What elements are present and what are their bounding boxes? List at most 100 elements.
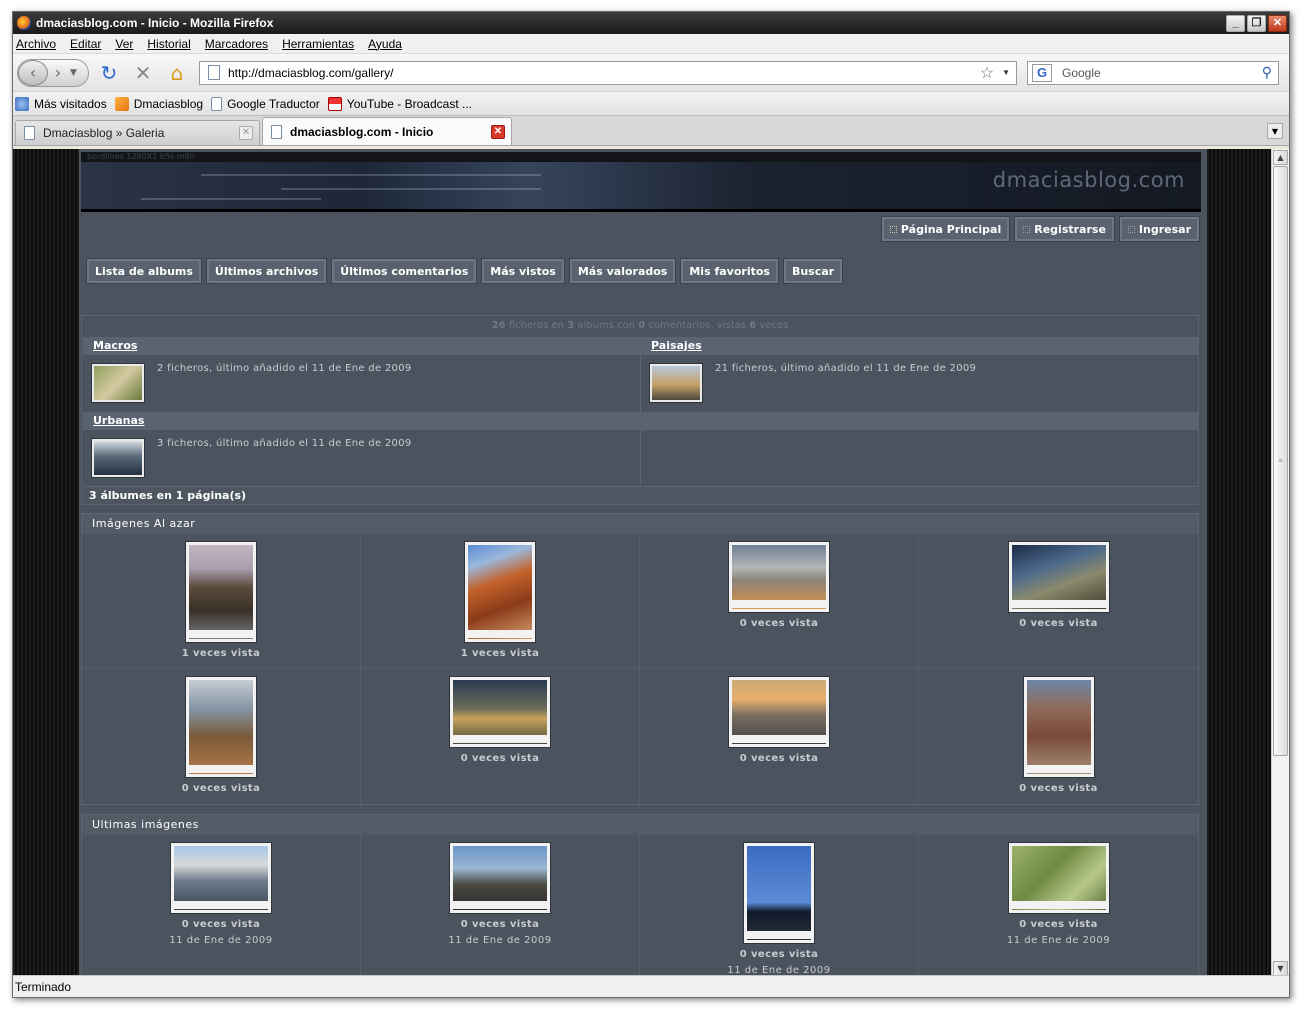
upload-date: 11 de Ene de 2009 xyxy=(448,935,552,946)
search-input[interactable]: Google xyxy=(1056,66,1262,80)
bookmark-youtube[interactable]: YouTube - Broadcast ... xyxy=(327,96,472,111)
latest-image-thumb[interactable] xyxy=(170,842,272,914)
scrollbar-grip: ≡ xyxy=(1278,457,1284,464)
albums-table: 26 ficheros en 3 albums con 0 comentario… xyxy=(81,315,1199,505)
search-icon[interactable]: ⚲ xyxy=(1262,64,1272,81)
album-thumb-macros[interactable] xyxy=(91,363,145,403)
tab-galeria[interactable]: Dmaciasblog » Galeria ✕ xyxy=(15,120,260,145)
url-dropdown-icon[interactable]: ▼ xyxy=(1002,68,1010,77)
button-label: Página Principal xyxy=(900,222,1002,236)
photo-signature xyxy=(468,630,532,638)
back-icon[interactable]: ‹ xyxy=(18,59,48,86)
most-viewed-button[interactable]: Más vistos xyxy=(481,258,565,284)
menu-editar[interactable]: Editar xyxy=(70,37,101,51)
site-name[interactable]: dmaciasblog.com xyxy=(993,168,1185,192)
search-button[interactable]: Buscar xyxy=(782,258,844,284)
stats-views: 6 xyxy=(749,320,757,331)
menu-historial[interactable]: Historial xyxy=(147,37,190,51)
history-dropdown-icon[interactable]: ▼ xyxy=(70,68,77,78)
search-bar[interactable]: G Google ⚲ xyxy=(1027,60,1279,85)
restore-button[interactable]: ❐ xyxy=(1247,14,1266,32)
view-count: 0 veces vista xyxy=(460,919,540,930)
firefox-icon xyxy=(17,16,31,30)
list-tabs-icon[interactable]: ▼ xyxy=(1267,123,1283,139)
home-page-button[interactable]: Página Principal xyxy=(880,216,1011,242)
site-header: bordlines 1280X1 b5s m8n dmaciasblog.com xyxy=(81,152,1201,212)
random-image-thumb[interactable] xyxy=(464,541,536,643)
random-image-thumb[interactable] xyxy=(1022,676,1095,778)
upload-date: 11 de Ene de 2009 xyxy=(169,935,273,946)
tab-inicio[interactable]: dmaciasblog.com - Inicio ✕ xyxy=(262,117,512,145)
banner-streak xyxy=(281,188,541,190)
bookmark-label: Dmaciasblog xyxy=(133,96,204,111)
close-tab-icon[interactable]: ✕ xyxy=(239,126,253,140)
menu-square-icon xyxy=(889,225,897,233)
view-count: 0 veces vista xyxy=(181,919,261,930)
bookmark-star-icon[interactable]: ☆ xyxy=(980,63,994,83)
navigation-toolbar: ‹ › ▼ ↻ ✕ ⌂ http://dmaciasblog.com/galle… xyxy=(13,54,1289,92)
bookmark-dmaciasblog[interactable]: Dmaciasblog xyxy=(114,96,204,111)
page-icon xyxy=(211,96,223,111)
register-button[interactable]: Registrarse xyxy=(1014,216,1115,242)
random-image-cell: 1 veces vista xyxy=(361,534,640,669)
vertical-scrollbar[interactable]: ▲ ≡ ▼ xyxy=(1271,149,1289,977)
random-image-thumb[interactable] xyxy=(728,676,830,748)
latest-image-thumb[interactable] xyxy=(743,842,815,944)
home-icon[interactable]: ⌂ xyxy=(163,59,191,87)
url-bar[interactable]: http://dmaciasblog.com/gallery/ ☆ ▼ xyxy=(199,60,1017,85)
favorites-button[interactable]: Mis favoritos xyxy=(680,258,779,284)
album-thumb-urbanas[interactable] xyxy=(91,438,145,478)
random-image-thumb[interactable] xyxy=(185,676,257,778)
gallery-sub-menu: Lista de albums Últimos archivos Últimos… xyxy=(86,258,848,284)
menu-herramientas[interactable]: Herramientas xyxy=(282,37,354,51)
page-icon xyxy=(271,124,282,139)
login-button[interactable]: Ingresar xyxy=(1118,216,1201,242)
minimize-button[interactable]: _ xyxy=(1226,14,1245,32)
random-image-thumb[interactable] xyxy=(185,541,257,643)
right-stripe xyxy=(1207,149,1273,977)
top-rated-button[interactable]: Más valorados xyxy=(568,258,677,284)
bookmark-google-translate[interactable]: Google Traductor xyxy=(211,96,320,111)
random-image-thumb[interactable] xyxy=(728,541,830,613)
latest-image-thumb[interactable] xyxy=(449,842,551,914)
stats-comments: 0 xyxy=(638,320,646,331)
reload-icon[interactable]: ↻ xyxy=(95,59,123,87)
view-count: 0 veces vista xyxy=(1019,783,1098,794)
latest-comments-button[interactable]: Últimos comentarios xyxy=(331,258,478,284)
close-button[interactable]: ✕ xyxy=(1268,14,1287,32)
scroll-down-icon[interactable]: ▼ xyxy=(1273,961,1288,976)
random-image-thumb[interactable] xyxy=(1007,541,1110,613)
bookmark-most-visited[interactable]: Más visitados xyxy=(15,96,107,111)
album-list-button[interactable]: Lista de albums xyxy=(86,258,202,284)
album-info-urbanas: 3 ficheros, último añadido el 11 de Ene … xyxy=(157,438,412,449)
latest-image-thumb[interactable] xyxy=(1007,842,1110,914)
scroll-up-icon[interactable]: ▲ xyxy=(1273,150,1288,165)
close-tab-icon[interactable]: ✕ xyxy=(491,124,505,139)
album-thumb-paisajes[interactable] xyxy=(649,363,703,403)
scrollbar-thumb[interactable]: ≡ xyxy=(1273,166,1288,756)
random-image-thumb[interactable] xyxy=(449,676,551,748)
stop-icon[interactable]: ✕ xyxy=(129,59,157,87)
menu-archivo[interactable]: Archivo xyxy=(16,37,56,51)
album-link-urbanas[interactable]: Urbanas xyxy=(83,412,144,430)
menu-ayuda[interactable]: Ayuda xyxy=(368,37,402,51)
photo-signature xyxy=(189,765,253,773)
google-engine-icon[interactable]: G xyxy=(1032,63,1052,82)
button-label: Ingresar xyxy=(1138,222,1191,236)
latest-images-section: Ultimas imágenes 0 veces vista 11 de Ene… xyxy=(81,814,1199,977)
browser-window: dmaciasblog.com - Inicio - Mozilla Firef… xyxy=(12,11,1290,998)
page-icon xyxy=(24,126,35,140)
forward-icon[interactable]: › xyxy=(48,63,68,82)
album-link-macros[interactable]: Macros xyxy=(83,337,137,355)
photo-signature xyxy=(747,931,811,939)
stats-files: 26 xyxy=(491,320,506,331)
stats-text: comentarios, vistas xyxy=(648,320,747,331)
menu-marcadores[interactable]: Marcadores xyxy=(205,37,268,51)
menu-bar: Archivo Editar Ver Historial Marcadores … xyxy=(13,34,1289,54)
album-link-paisajes[interactable]: Paisajes xyxy=(641,337,702,355)
bookmark-label: YouTube - Broadcast ... xyxy=(346,96,472,111)
top-menu: Página Principal Registrarse Ingresar xyxy=(876,216,1201,242)
latest-files-button[interactable]: Últimos archivos xyxy=(205,258,328,284)
menu-ver[interactable]: Ver xyxy=(115,37,133,51)
url-text[interactable]: http://dmaciasblog.com/gallery/ xyxy=(228,66,980,80)
